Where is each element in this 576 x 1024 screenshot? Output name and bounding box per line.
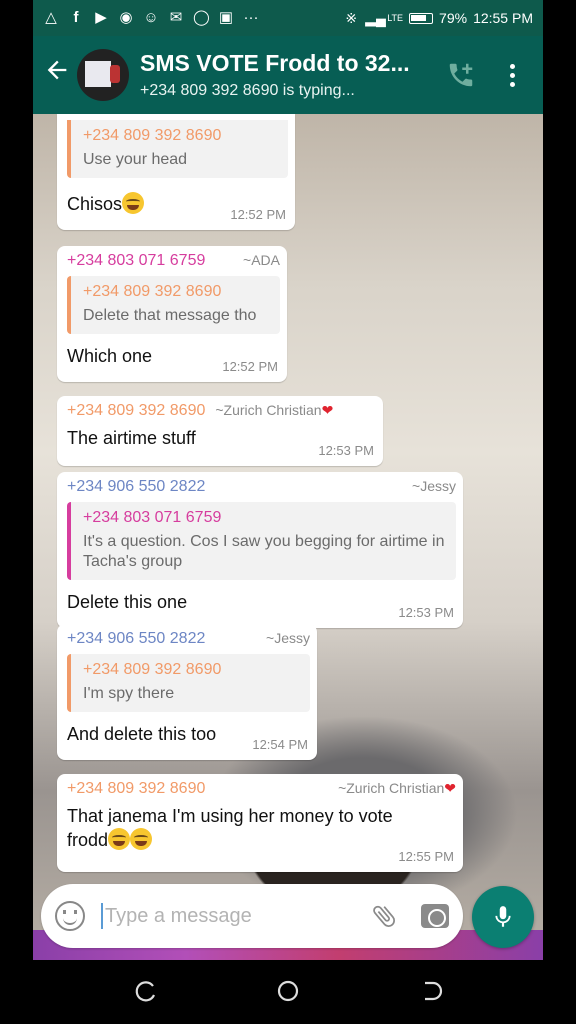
message-text-row: Chisos 12:52 PM (67, 192, 288, 222)
facebook-icon: f (73, 9, 79, 26)
sender-number[interactable]: +234 906 550 2822 (67, 478, 205, 496)
emoji-icon[interactable] (55, 901, 85, 931)
quoted-text: It's a question. Cos I saw you begging f… (83, 533, 445, 570)
message-text-row: Delete this one 12:53 PM (67, 590, 456, 620)
sender-line: +234 906 550 2822 ~Jessy (67, 478, 456, 496)
message-composer: Type a message (41, 884, 463, 948)
sender-alias: ~ADA (243, 252, 280, 268)
sender-line: +234 809 392 8690 ~Zurich Christian❤ (67, 402, 376, 420)
message-text: Chisos (67, 194, 123, 214)
message-time: 12:54 PM (252, 737, 308, 752)
quoted-message[interactable]: +234 809 392 8690 Delete that message th… (67, 276, 280, 334)
message-text-row: That janema I'm using her money to vote … (67, 804, 427, 864)
chat-title: SMS VOTE Frodd to 32... (140, 50, 410, 76)
status-bar: △ f ▶ ◉ ☺ ✉ ◯ ▣ ··· ※ ▂▄ LTE 79% 12:55 P… (33, 0, 543, 36)
message-time: 12:53 PM (398, 605, 454, 620)
sender-alias: ~Jessy (266, 630, 310, 646)
sender-alias-text: ~Zurich Christian (215, 402, 322, 418)
quoted-message[interactable]: +234 809 392 8690 Use your head (67, 120, 288, 178)
sender-alias-text: ~Zurich Christian (338, 780, 445, 796)
sender-number[interactable]: +234 809 392 8690 (67, 780, 205, 798)
message-time: 12:52 PM (222, 359, 278, 374)
laughing-emoji-icon (130, 828, 153, 850)
attach-icon[interactable] (369, 901, 399, 931)
quoted-sender: +234 809 392 8690 (83, 127, 222, 144)
message-time: 12:53 PM (318, 443, 374, 458)
screenshot-icon: ▣ (218, 9, 234, 26)
sender-line: +234 809 392 8690 ~Zurich Christian❤ (67, 780, 456, 798)
message-bubble[interactable]: +234 906 550 2822 ~Jessy +234 803 071 67… (57, 472, 463, 628)
chat-title-area[interactable]: SMS VOTE Frodd to 32... +234 809 392 869… (140, 50, 430, 100)
sender-alias: ~Jessy (412, 478, 456, 494)
sender-line: +234 803 071 6759 ~ADA (67, 252, 280, 270)
add-call-icon[interactable] (444, 58, 478, 92)
message-text: Which one (67, 346, 153, 366)
recent-apps-icon[interactable] (132, 976, 162, 1006)
microphone-icon (495, 906, 511, 927)
message-time: 12:55 PM (398, 849, 454, 864)
quoted-message[interactable]: +234 803 071 6759 It's a question. Cos I… (67, 502, 456, 580)
home-icon[interactable] (273, 976, 303, 1006)
warning-icon: △ (45, 9, 57, 26)
clock: 12:55 PM (473, 10, 533, 26)
battery-icon (409, 12, 434, 24)
message-bubble[interactable]: +234 803 071 6759 ~ADA +234 809 392 8690… (57, 246, 287, 382)
sender-number[interactable]: +234 803 071 6759 (67, 252, 205, 270)
quoted-text: Use your head (83, 151, 188, 168)
quoted-sender: +234 809 392 8690 (83, 283, 222, 300)
sender-number[interactable]: +234 809 392 8690 (67, 402, 205, 420)
network-type: LTE (387, 13, 404, 23)
camera-icon[interactable] (421, 904, 449, 928)
microphone-button[interactable] (472, 886, 534, 948)
message-bubble[interactable]: +234 906 550 2822 ~Jessy +234 809 392 86… (57, 624, 317, 760)
message-bubble[interactable]: +234 809 392 8690 ~Zurich Christian❤ The… (57, 396, 383, 466)
message-text-row: And delete this too 12:54 PM (67, 722, 310, 752)
instagram-icon: ◉ (119, 9, 133, 26)
more-notifications-icon: ··· (243, 9, 259, 26)
quoted-text: Delete that message tho (83, 307, 257, 324)
heart-emoji-icon: ❤ (444, 780, 456, 796)
navigation-bar (0, 960, 576, 1024)
message-text: Delete this one (67, 592, 188, 612)
quoted-sender: +234 809 392 8690 (83, 661, 222, 678)
system-icons: ※ ▂▄ LTE 79% 12:55 PM (343, 10, 533, 26)
notification-icons: △ f ▶ ◉ ☺ ✉ ◯ ▣ ··· (43, 9, 259, 26)
bluetooth-icon: ※ (345, 10, 358, 26)
messenger-icon: ☺ (143, 9, 159, 26)
message-text: The airtime stuff (67, 428, 196, 448)
phone-frame: △ f ▶ ◉ ☺ ✉ ◯ ▣ ··· ※ ▂▄ LTE 79% 12:55 P… (0, 0, 576, 1024)
sender-line: +234 906 550 2822 ~Jessy (67, 630, 310, 648)
youtube-icon: ▶ (95, 9, 107, 26)
message-text-row: The airtime stuff 12:53 PM (67, 426, 376, 458)
laughing-emoji-icon (122, 192, 145, 214)
back-icon[interactable] (416, 976, 446, 1006)
message-bubble[interactable]: +234 809 392 8690 Use your head Chisos 1… (57, 114, 295, 230)
message-text-row: Which one 12:52 PM (67, 344, 280, 374)
chat-header: SMS VOTE Frodd to 32... +234 809 392 869… (33, 36, 543, 114)
shield-icon: ◯ (193, 9, 210, 26)
message-input[interactable]: Type a message (101, 903, 369, 929)
battery-percent: 79% (439, 10, 468, 26)
laughing-emoji-icon (108, 828, 131, 850)
quoted-sender: +234 803 071 6759 (83, 509, 222, 526)
screen: △ f ▶ ◉ ☺ ✉ ◯ ▣ ··· ※ ▂▄ LTE 79% 12:55 P… (33, 0, 543, 960)
sender-alias: ~Zurich Christian❤ (215, 402, 333, 419)
sender-alias: ~Zurich Christian❤ (328, 780, 456, 797)
heart-emoji-icon: ❤ (321, 402, 334, 418)
back-arrow-icon[interactable] (37, 55, 77, 95)
message-bubble[interactable]: +234 809 392 8690 ~Zurich Christian❤ Tha… (57, 774, 463, 872)
message-time: 12:52 PM (230, 207, 286, 222)
sender-number[interactable]: +234 906 550 2822 (67, 630, 205, 648)
more-options-icon[interactable] (508, 63, 516, 87)
message-text: And delete this too (67, 724, 217, 744)
quoted-text: I'm spy there (83, 685, 175, 702)
group-avatar[interactable] (77, 49, 129, 101)
gmail-icon: ✉ (169, 9, 183, 26)
quoted-message[interactable]: +234 809 392 8690 I'm spy there (67, 654, 310, 712)
signal-icon: ▂▄ (365, 10, 386, 26)
typing-status: +234 809 392 8690 is typing... (140, 82, 355, 99)
